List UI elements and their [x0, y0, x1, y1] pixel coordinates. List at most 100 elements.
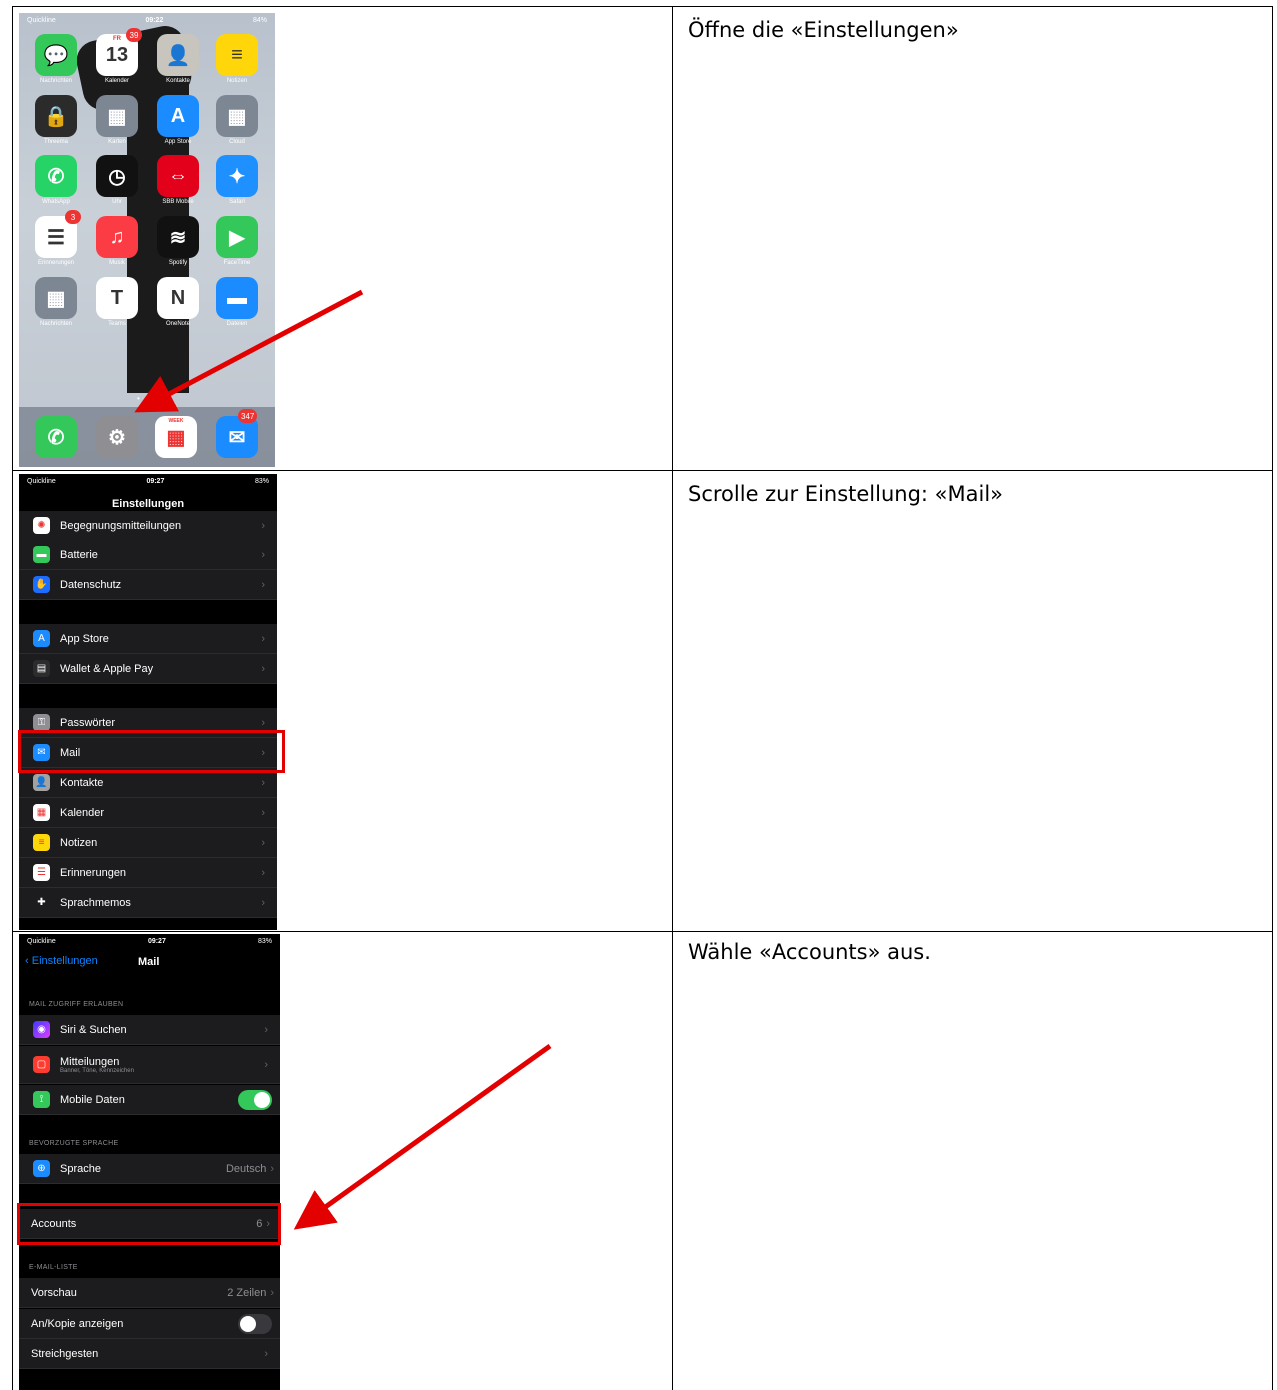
status-bar: Quickline 09:27 83% — [19, 934, 280, 948]
app-label: Teams — [108, 321, 126, 327]
music-icon[interactable]: ♫ — [96, 216, 138, 258]
settings-icon[interactable]: ⚙ — [96, 416, 138, 458]
notes-icon[interactable]: ≡ — [216, 34, 258, 76]
row-label: Kalender — [60, 806, 105, 819]
settings-row-app-store[interactable]: A App Store › — [19, 624, 277, 654]
notification-badge: 347 — [238, 409, 258, 423]
key-icon: ⚿ — [33, 714, 50, 731]
cloud-folder-icon[interactable]: ▦ — [216, 95, 258, 137]
app-glyph: ≡ — [231, 43, 243, 66]
row-label: Wallet & Apple Pay — [60, 662, 154, 675]
app-label: Kontakte — [166, 78, 190, 84]
settings-row-wallet-apple-pay[interactable]: ▤ Wallet & Apple Pay › — [19, 654, 277, 684]
chevron-right-icon: › — [261, 548, 265, 561]
chevron-right-icon: › — [270, 1162, 274, 1175]
chevron-right-icon: › — [264, 1347, 268, 1360]
messages-icon[interactable]: 💬 — [35, 34, 77, 76]
carrier: Quickline — [27, 16, 56, 24]
settings-row-erinnerungen[interactable]: ☰ Erinnerungen › — [19, 858, 277, 888]
notes-icon: ≡ — [33, 834, 50, 851]
app-glyph: ▦ — [227, 105, 247, 128]
row-notifications[interactable]: ▢ Mitteilungen Banner, Töne, Kennzeichen… — [19, 1046, 280, 1084]
app-glyph: ♫ — [109, 225, 125, 248]
app-label: Karten — [108, 139, 126, 145]
toggle-knob — [240, 1315, 256, 1332]
sbb-icon[interactable]: ⇔ — [157, 155, 199, 197]
notification-badge: 39 — [126, 28, 142, 42]
app-label: Nachrichten — [39, 78, 72, 84]
row-label: Kontakte — [60, 776, 104, 789]
app-label: Threema — [43, 139, 68, 145]
app-glyph: ▦ — [46, 287, 66, 310]
teams-icon[interactable]: T — [96, 277, 138, 319]
app-glyph: ▶ — [229, 226, 245, 249]
app-label: Kalender — [104, 78, 130, 84]
row-value: 2 Zeilen — [227, 1286, 267, 1299]
app-glyph: N — [170, 286, 186, 309]
globe-icon: ⊕ — [33, 1160, 50, 1177]
row-language[interactable]: ⊕ Sprache Deutsch › — [19, 1154, 280, 1184]
back-button[interactable]: ‹ Einstellungen — [25, 955, 98, 967]
table-border-right — [1272, 6, 1273, 1390]
settings-row-begegnungsmitteilungen[interactable]: ✺ Begegnungsmitteilungen › — [19, 511, 277, 541]
row-swipe[interactable]: Streichgesten › — [19, 1339, 280, 1369]
table-border-left — [12, 6, 13, 1390]
app-label: Cloud — [229, 139, 245, 145]
phone-icon[interactable]: ✆ — [35, 416, 77, 458]
row-siri[interactable]: ◉ Siri & Suchen › — [19, 1015, 280, 1045]
wallet-icon: ▤ — [33, 660, 50, 677]
mobile-data-toggle[interactable] — [238, 1089, 272, 1110]
row-labels: Mitteilungen Banner, Töne, Kennzeichen — [60, 1056, 264, 1074]
calendar-weekday: FR — [113, 36, 121, 42]
show-cc-toggle[interactable] — [238, 1313, 272, 1334]
app-label: Musik — [109, 260, 125, 266]
row-preview[interactable]: Vorschau 2 Zeilen › — [19, 1278, 280, 1308]
mail-title: Mail — [138, 956, 160, 968]
settings-row-datenschutz[interactable]: ✋ Datenschutz › — [19, 570, 277, 600]
threema-icon[interactable]: 🔒 — [35, 95, 77, 137]
antenna-icon: ⟟ — [33, 1091, 50, 1108]
chevron-right-icon: › — [270, 1286, 274, 1299]
app-store-icon[interactable]: A — [157, 95, 199, 137]
settings-row-batterie[interactable]: ▬ Batterie › — [19, 540, 277, 570]
dock: ✆ ⚙ ▦ WEEK ✉ 347 — [19, 407, 275, 467]
contacts-icon: 👤 — [33, 774, 50, 791]
row-label: Passwörter — [60, 716, 116, 729]
app-glyph: 👤 — [165, 44, 191, 67]
clock-time: 09:22 — [145, 16, 164, 24]
facetime-icon[interactable]: ▶ — [216, 216, 258, 258]
whatsapp-icon[interactable]: ✆ — [35, 155, 77, 197]
app-store-icon: A — [33, 630, 50, 647]
row-label: Vorschau — [31, 1286, 77, 1299]
calendar-label: WEEK — [168, 418, 184, 424]
maps-folder-icon[interactable]: ▦ — [96, 95, 138, 137]
news-folder-icon[interactable]: ▦ — [35, 277, 77, 319]
table-border-top — [12, 6, 1273, 7]
notification-badge: 3 — [65, 210, 81, 224]
onenote-icon[interactable]: N — [157, 277, 199, 319]
app-glyph: ⇔ — [168, 164, 188, 187]
row-label: Sprachmemos — [60, 896, 131, 909]
clock-time: 09:27 — [147, 937, 166, 945]
section-header-language: BEVORZUGTE SPRACHE — [29, 1140, 119, 1147]
week-calendar-icon[interactable]: ▦ WEEK — [155, 416, 197, 458]
home-screen-screenshot: Quickline 09:22 84% 💬 Nachrichten FR 13 Kale… — [19, 13, 275, 467]
contacts-icon[interactable]: 👤 — [157, 34, 199, 76]
settings-row-kalender[interactable]: ▦ Kalender › — [19, 798, 277, 828]
row-label: Sprache — [60, 1162, 101, 1175]
settings-row-notizen[interactable]: ≡ Notizen › — [19, 828, 277, 858]
clock-icon[interactable]: ◷ — [96, 155, 138, 197]
app-label: Erinnerungen — [37, 260, 75, 266]
row-mobile-data[interactable]: ⟟ Mobile Daten — [19, 1085, 280, 1115]
safari-icon[interactable]: ✦ — [216, 155, 258, 197]
app-glyph: ▦ — [166, 426, 186, 449]
step-2-instruction: Scrolle zur Einstellung: «Mail» — [688, 482, 1004, 506]
row-label: An/Kopie anzeigen — [31, 1317, 124, 1330]
app-label: Dateien — [226, 321, 248, 327]
chevron-right-icon: › — [261, 662, 265, 675]
settings-row-sprachmemos[interactable]: ✚ Sprachmemos › — [19, 888, 277, 918]
spotify-icon[interactable]: ≋ — [157, 216, 199, 258]
files-icon[interactable]: ▬ — [216, 277, 258, 319]
row-label: Batterie — [60, 548, 98, 561]
row-show-cc[interactable]: An/Kopie anzeigen — [19, 1309, 280, 1339]
